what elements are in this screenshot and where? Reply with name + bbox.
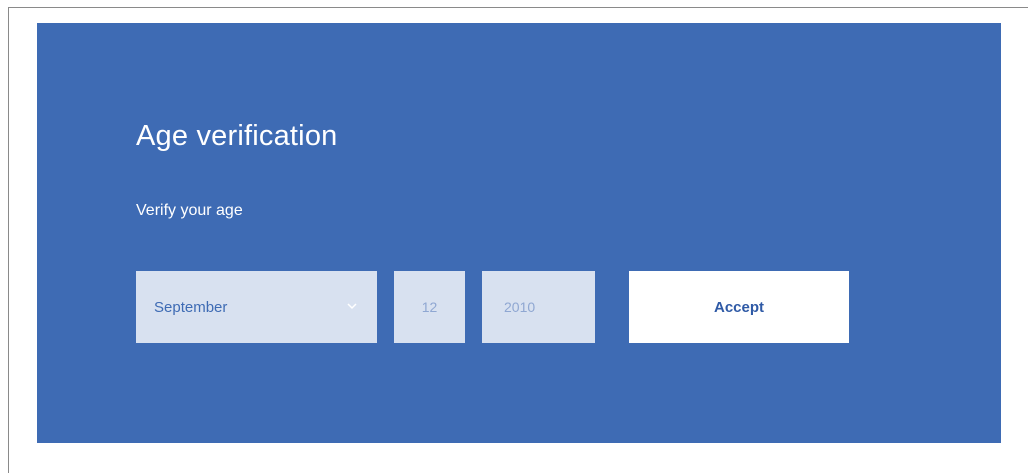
panel-subtitle: Verify your age xyxy=(136,202,243,219)
day-value: 12 xyxy=(421,299,438,315)
day-input[interactable]: 12 xyxy=(394,271,465,343)
month-select[interactable]: September xyxy=(136,271,377,343)
year-input[interactable]: 2010 xyxy=(482,271,595,343)
age-verification-panel: Age verification Verify your age Septemb… xyxy=(37,23,1001,443)
month-value: September xyxy=(154,298,228,316)
accept-button[interactable]: Accept xyxy=(629,271,849,343)
year-value: 2010 xyxy=(504,299,536,315)
chevron-down-icon xyxy=(347,303,357,310)
panel-title: Age verification xyxy=(136,120,338,152)
